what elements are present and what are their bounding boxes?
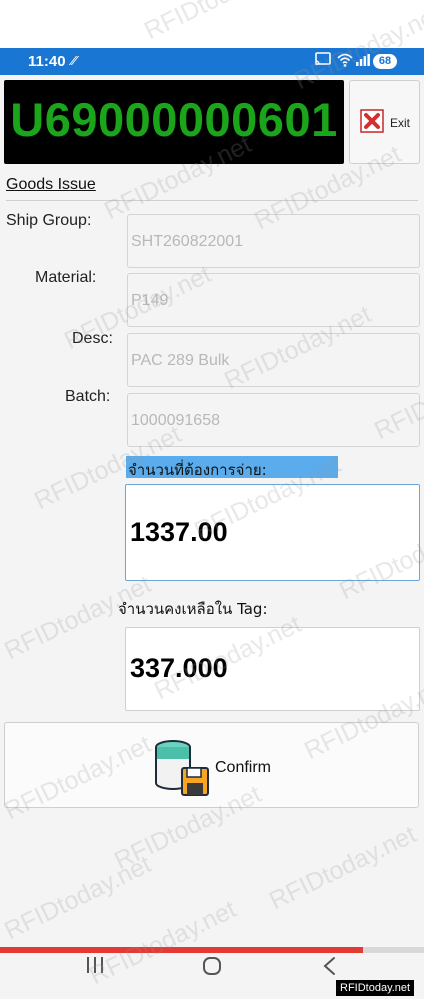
title-divider bbox=[6, 200, 418, 201]
cast-icon bbox=[315, 52, 331, 66]
desc-value: PAC 289 Bulk bbox=[131, 352, 230, 369]
material-value: P149 bbox=[131, 292, 169, 309]
material-label: Material: bbox=[35, 269, 97, 286]
recent-apps-icon[interactable] bbox=[85, 956, 105, 974]
screen-title: Goods Issue bbox=[6, 176, 96, 193]
ship-group-value: SHT260822001 bbox=[131, 233, 244, 250]
desc-label: Desc: bbox=[72, 330, 113, 347]
issue-quantity-label: จำนวนที่ต้องการจ่าย: bbox=[128, 461, 267, 479]
issue-quantity-value: 1337.00 bbox=[130, 517, 228, 547]
status-time: 11:40 bbox=[28, 53, 66, 70]
ship-group-label: Ship Group: bbox=[6, 212, 92, 229]
home-icon[interactable] bbox=[202, 956, 222, 976]
confirm-button[interactable]: Confirm bbox=[4, 722, 419, 808]
status-notification-icon: ⁄⁄ bbox=[72, 54, 77, 68]
remaining-in-tag-field: 337.000 bbox=[125, 627, 420, 711]
tag-id-text: U69000000601 bbox=[10, 93, 338, 146]
status-bar: 11:40 ⁄⁄ 68 bbox=[0, 48, 424, 75]
batch-value: 1000091658 bbox=[131, 412, 220, 429]
batch-label: Batch: bbox=[65, 388, 111, 405]
watermark-corner: RFIDtoday.net bbox=[336, 980, 415, 996]
signal-icon bbox=[356, 54, 370, 66]
batch-field: 1000091658 bbox=[127, 393, 420, 447]
material-field: P149 bbox=[127, 273, 420, 327]
exit-button[interactable]: Exit bbox=[349, 80, 420, 164]
exit-label: Exit bbox=[390, 116, 411, 130]
issue-quantity-input[interactable]: 1337.00 bbox=[125, 484, 420, 581]
back-icon[interactable] bbox=[321, 956, 337, 976]
wifi-icon bbox=[337, 53, 353, 67]
screenshot-top-margin bbox=[0, 0, 424, 48]
database-save-icon bbox=[155, 740, 209, 796]
remaining-in-tag-value: 337.000 bbox=[130, 653, 228, 683]
tag-id-display: U69000000601 bbox=[4, 80, 344, 164]
confirm-label: Confirm bbox=[215, 759, 272, 776]
close-x-icon bbox=[360, 109, 384, 133]
battery-badge: 68 bbox=[373, 54, 397, 69]
ship-group-field: SHT260822001 bbox=[127, 214, 420, 268]
remaining-in-tag-label: จำนวนคงเหลือใน Tag: bbox=[118, 600, 268, 618]
desc-field: PAC 289 Bulk bbox=[127, 333, 420, 387]
